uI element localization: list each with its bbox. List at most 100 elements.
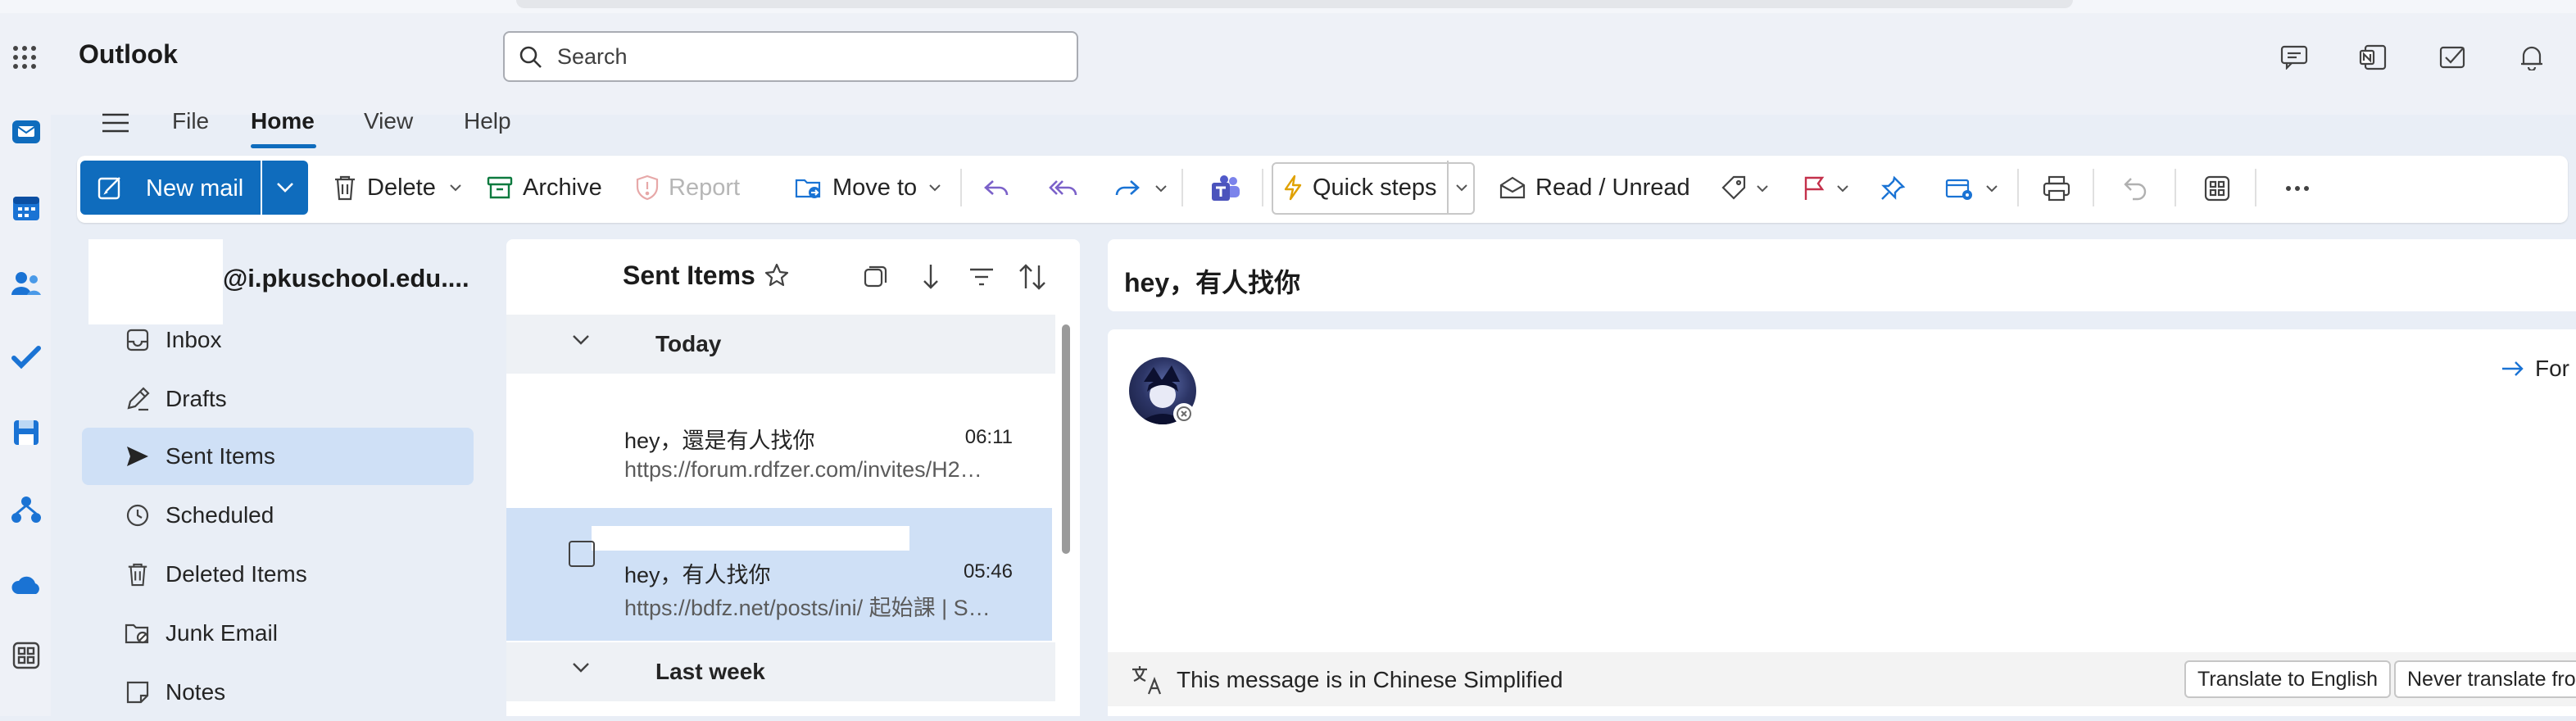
folder-sent-items[interactable]: Sent Items xyxy=(82,428,474,485)
chat-icon[interactable] xyxy=(2278,41,2311,74)
message-preview: https://bdfz.net/posts/ini/ 起始課 | S… xyxy=(624,596,991,620)
teams-icon[interactable] xyxy=(1208,170,1244,206)
search-box[interactable]: Search xyxy=(503,31,1078,82)
translation-notice: This message is in Chinese Simplified xyxy=(1177,667,1563,692)
search-icon xyxy=(518,44,544,70)
folder-notes[interactable]: Notes xyxy=(82,664,474,721)
group-header-last-week[interactable]: Last week xyxy=(506,642,1055,701)
message-subject: hey，有人找你 xyxy=(624,563,771,587)
hamburger-menu-icon[interactable] xyxy=(98,108,133,138)
tag-icon[interactable] xyxy=(1717,172,1750,205)
inbox-icon xyxy=(123,329,152,351)
folder-junk-email[interactable]: Junk Email xyxy=(82,605,474,662)
message-checkbox[interactable] xyxy=(569,541,595,567)
move-to-button[interactable]: Move to xyxy=(795,161,941,215)
search-placeholder: Search xyxy=(557,44,628,69)
report-button[interactable]: Report xyxy=(636,161,740,215)
app-launcher-icon[interactable] xyxy=(8,41,41,74)
reply-all-icon[interactable] xyxy=(1047,172,1080,205)
folder-label: Notes xyxy=(166,679,226,705)
chevron-down-icon xyxy=(274,177,297,198)
message-item[interactable]: hey，還是有人找你 06:11 https://forum.rdfzer.co… xyxy=(506,375,1052,508)
reply-icon[interactable] xyxy=(980,172,1013,205)
bell-icon[interactable] xyxy=(2515,41,2548,74)
undo-icon[interactable] xyxy=(2117,172,2153,205)
compose-icon xyxy=(95,174,125,202)
jump-to-icon[interactable] xyxy=(914,261,944,293)
ribbon-separator xyxy=(2255,169,2256,206)
delete-button[interactable]: Delete xyxy=(333,161,462,215)
ribbon-separator xyxy=(960,169,962,206)
calendar-app-icon[interactable] xyxy=(10,192,43,224)
onedrive-app-icon[interactable] xyxy=(10,569,43,601)
trash-icon xyxy=(333,175,357,201)
more-options-icon[interactable] xyxy=(2279,172,2315,205)
translate-button[interactable]: Translate to English xyxy=(2184,660,2392,698)
forward-icon[interactable] xyxy=(1111,172,1144,205)
onenote-icon[interactable] xyxy=(2356,41,2389,74)
arrow-right-icon xyxy=(2501,360,2525,378)
chevron-down-icon[interactable] xyxy=(1834,180,1852,197)
chevron-down-icon xyxy=(572,662,590,673)
mail-app-icon[interactable] xyxy=(10,115,43,147)
filter-icon[interactable] xyxy=(965,262,998,292)
chevron-down-icon[interactable] xyxy=(1152,180,1170,197)
flag-icon[interactable] xyxy=(1798,172,1830,205)
people-app-icon[interactable] xyxy=(10,267,43,300)
folder-scheduled[interactable]: Scheduled xyxy=(82,487,474,544)
folder-label: Inbox xyxy=(166,327,222,352)
print-icon[interactable] xyxy=(2039,172,2075,205)
folder-label: Deleted Items xyxy=(166,561,307,587)
folder-drafts[interactable]: Drafts xyxy=(82,370,474,428)
report-label: Report xyxy=(669,174,741,201)
folder-inbox[interactable]: Inbox xyxy=(82,311,474,369)
move-to-label: Move to xyxy=(832,174,918,201)
more-apps-icon[interactable] xyxy=(10,639,43,672)
browser-strip xyxy=(0,0,2576,13)
chevron-down-icon[interactable] xyxy=(1983,180,2001,197)
select-mode-icon[interactable] xyxy=(860,262,890,292)
trash-icon xyxy=(123,562,152,587)
apps-grid-icon[interactable] xyxy=(2199,172,2235,205)
sender-redaction xyxy=(592,526,909,551)
new-mail-dropdown[interactable] xyxy=(262,161,308,215)
star-icon[interactable] xyxy=(762,261,791,290)
group-label: Today xyxy=(655,331,722,356)
org-app-icon[interactable] xyxy=(10,493,43,526)
message-time: 05:46 xyxy=(963,560,1013,583)
sort-icon[interactable] xyxy=(1016,261,1049,293)
todo-icon[interactable] xyxy=(2437,41,2469,74)
tab-view[interactable]: View xyxy=(364,108,413,134)
new-mail-button[interactable]: New mail xyxy=(80,161,261,215)
shield-icon xyxy=(636,175,659,201)
ribbon-separator xyxy=(1181,169,1183,206)
never-translate-button[interactable]: Never translate fro xyxy=(2394,660,2576,698)
folder-move-icon xyxy=(795,175,823,200)
todo-app-icon[interactable] xyxy=(10,341,43,374)
message-list-scrollbar[interactable] xyxy=(1062,324,1070,554)
archive-button[interactable]: Archive xyxy=(487,161,602,215)
save-app-icon[interactable] xyxy=(10,416,43,449)
reading-subject-bar xyxy=(1108,239,2576,311)
archive-icon xyxy=(487,176,513,199)
message-item-selected[interactable]: hey，有人找你 05:46 https://bdfz.net/posts/in… xyxy=(506,508,1052,641)
ribbon-separator xyxy=(1262,169,1263,206)
folder-label: Junk Email xyxy=(166,620,278,646)
tab-help[interactable]: Help xyxy=(464,108,511,134)
folder-deleted-items[interactable]: Deleted Items xyxy=(82,546,474,603)
pin-icon[interactable] xyxy=(1876,172,1909,205)
forward-action[interactable]: For xyxy=(2501,356,2569,382)
app-title: Outlook xyxy=(79,39,178,69)
tab-file[interactable]: File xyxy=(172,108,209,134)
rules-icon[interactable] xyxy=(1942,172,1978,205)
read-unread-button[interactable]: Read / Unread xyxy=(1499,161,1690,215)
tab-home[interactable]: Home xyxy=(251,108,315,134)
quick-steps-dropdown[interactable] xyxy=(1447,161,1475,215)
group-header-today[interactable]: Today xyxy=(506,315,1055,374)
presence-offline-icon xyxy=(1173,403,1195,424)
quick-steps-label: Quick steps xyxy=(1313,174,1437,201)
chevron-down-icon[interactable] xyxy=(1753,180,1771,197)
junk-icon xyxy=(123,621,152,646)
account-name[interactable]: @i.pkuschool.edu.... xyxy=(223,264,469,293)
lightning-icon xyxy=(1283,175,1303,201)
